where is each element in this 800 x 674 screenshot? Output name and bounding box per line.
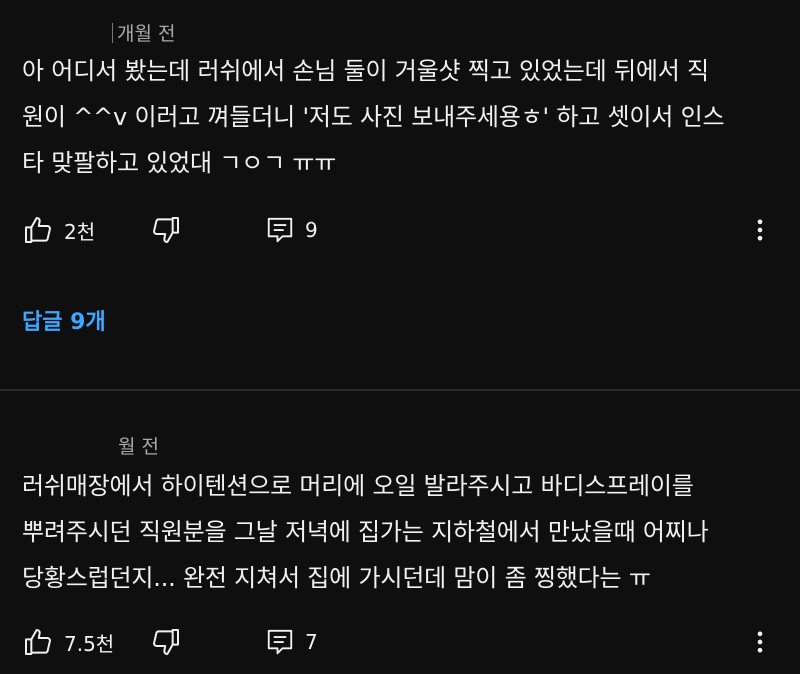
like-count: 2천	[64, 219, 96, 244]
comment-divider	[0, 389, 800, 391]
reply-count: 9	[305, 218, 318, 242]
comment-2-actions: 7.5천 7	[0, 622, 800, 662]
like-button[interactable]: 2천	[22, 210, 95, 250]
comment-1-time[interactable]: 개월 전	[117, 19, 175, 46]
more-vertical-icon	[757, 219, 763, 241]
comment-icon	[267, 217, 293, 243]
more-button[interactable]	[746, 210, 774, 250]
reply-count: 7	[305, 630, 318, 654]
thumbs-up-icon	[25, 217, 51, 243]
dislike-button[interactable]	[150, 210, 182, 250]
more-vertical-icon	[757, 631, 763, 653]
comment-1-actions: 2천 9	[0, 210, 800, 250]
reply-button[interactable]: 7	[265, 622, 318, 662]
reply-button[interactable]: 9	[265, 210, 318, 250]
comment-icon	[267, 629, 293, 655]
comment-1-text: 아 어디서 봤는데 러쉬에서 손님 둘이 거울샷 찍고 있었는데 뒤에서 직 원…	[22, 57, 725, 177]
view-replies-link[interactable]: 답글 9개	[22, 304, 106, 336]
thumbs-down-icon	[153, 217, 179, 243]
comment-2-meta: 월 전	[118, 432, 159, 459]
thumbs-down-icon	[153, 629, 179, 655]
comment-2-time[interactable]: 월 전	[118, 432, 159, 459]
more-button[interactable]	[746, 622, 774, 662]
meta-divider	[112, 22, 113, 43]
comment-2-text: 러쉬매장에서 하이텐션으로 머리에 오일 발라주시고 바디스프레이를 뿌려주시던…	[22, 472, 709, 592]
like-count: 7.5천	[64, 631, 115, 656]
thumbs-up-icon	[25, 629, 51, 655]
comment-1-meta: 개월 전	[112, 19, 175, 46]
like-button[interactable]: 7.5천	[22, 622, 114, 662]
dislike-button[interactable]	[150, 622, 182, 662]
